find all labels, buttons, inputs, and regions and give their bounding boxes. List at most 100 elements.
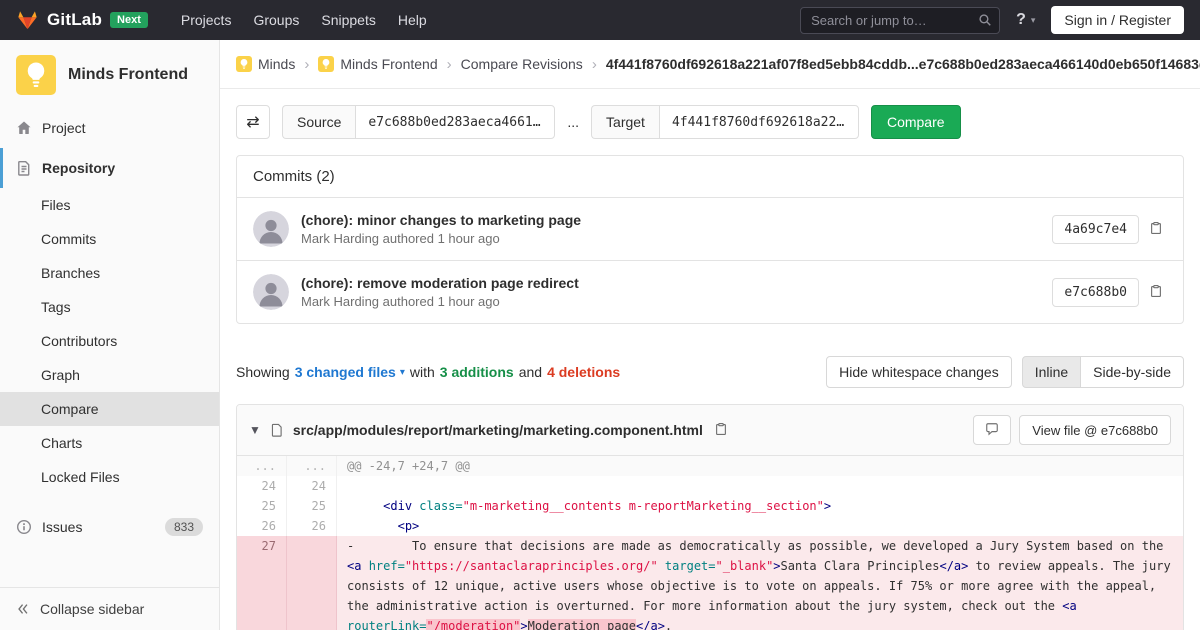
view-file-button[interactable]: View file @ e7c688b0: [1019, 415, 1171, 445]
old-line-number[interactable]: 27: [237, 536, 287, 630]
project-header[interactable]: Minds Frontend: [0, 40, 219, 108]
diff-line-content: @@ -24,7 +24,7 @@: [337, 456, 1183, 476]
toggle-comments-button[interactable]: [973, 415, 1011, 445]
source-ref-input[interactable]: [355, 105, 555, 139]
source-label: Source: [282, 105, 355, 139]
diff-line-content: <p>: [337, 516, 1183, 536]
sidebar-item-files[interactable]: Files: [0, 188, 219, 222]
collapse-sidebar-label: Collapse sidebar: [40, 601, 144, 617]
sidebar-item-graph[interactable]: Graph: [0, 358, 219, 392]
deletions-count: 4 deletions: [547, 364, 620, 380]
sidebar-item-issues[interactable]: Issues833: [0, 506, 219, 548]
minds-avatar-icon: [318, 56, 334, 72]
commits-panel: Commits (2) (chore): minor changes to ma…: [236, 155, 1184, 324]
clipboard-icon: [1149, 221, 1163, 238]
diff-line-context: 2626 <p>: [237, 516, 1183, 536]
new-line-number[interactable]: [287, 536, 337, 630]
diff-line-content: [337, 476, 1183, 496]
gitlab-logo[interactable]: GitLab Next: [16, 9, 148, 31]
gitlab-tanuki-icon: [16, 9, 39, 31]
copy-sha-button[interactable]: [1145, 217, 1167, 242]
diff-line-match: ......@@ -24,7 +24,7 @@: [237, 456, 1183, 476]
help-menu[interactable]: ? ▾: [1016, 11, 1035, 29]
sidebar-item-compare[interactable]: Compare: [0, 392, 219, 426]
page-body: ⇄ Source ... Target Compare Commits (2) …: [220, 89, 1200, 630]
minds-avatar-icon: [236, 56, 252, 72]
sidebar-item-branches[interactable]: Branches: [0, 256, 219, 290]
breadcrumb-item[interactable]: Minds: [236, 56, 295, 72]
commit-sha-link[interactable]: 4a69c7e4: [1052, 215, 1139, 244]
search-input[interactable]: [800, 7, 1000, 34]
old-line-number[interactable]: 26: [237, 516, 287, 536]
swap-revisions-button[interactable]: ⇄: [236, 105, 270, 139]
diff-mode-toggle: Inline Side-by-side: [1022, 356, 1184, 388]
nav-link-snippets[interactable]: Snippets: [310, 6, 386, 34]
nav-link-projects[interactable]: Projects: [170, 6, 243, 34]
additions-count: 3 additions: [440, 364, 514, 380]
old-line-number[interactable]: ...: [237, 456, 287, 476]
nav-link-help[interactable]: Help: [387, 6, 438, 34]
commit-title-link[interactable]: (chore): minor changes to marketing page: [301, 212, 581, 228]
author-avatar: [253, 274, 289, 310]
double-chevron-left-icon: [16, 602, 30, 616]
old-line-number[interactable]: 25: [237, 496, 287, 516]
commit-meta: Mark Harding authored 1 hour ago: [301, 231, 581, 246]
commit-sha-link[interactable]: e7c688b0: [1052, 278, 1139, 307]
sidebar-item-contributors[interactable]: Contributors: [0, 324, 219, 358]
clipboard-icon: [714, 422, 728, 439]
commit-list: (chore): minor changes to marketing page…: [237, 198, 1183, 323]
breadcrumb-item[interactable]: Minds Frontend: [318, 56, 437, 72]
breadcrumb-item[interactable]: Compare Revisions: [461, 56, 583, 72]
diff-file-path: src/app/modules/report/marketing/marketi…: [293, 422, 703, 438]
diff-line-del: 27 - To ensure that decisions are made as…: [237, 536, 1183, 630]
new-line-number[interactable]: 24: [287, 476, 337, 496]
copy-file-path-button[interactable]: [712, 420, 730, 441]
target-label: Target: [591, 105, 659, 139]
search-icon[interactable]: [978, 13, 992, 27]
project-avatar: [16, 55, 56, 95]
next-badge: Next: [110, 12, 148, 28]
issues-icon: [16, 519, 32, 535]
sidebar-item-repository[interactable]: Repository: [0, 148, 219, 188]
commit-row: (chore): minor changes to marketing page…: [237, 198, 1183, 260]
commit-title-link[interactable]: (chore): remove moderation page redirect: [301, 275, 579, 291]
diff-file-header: ▼ src/app/modules/report/marketing/marke…: [237, 405, 1183, 456]
commit-meta: Mark Harding authored 1 hour ago: [301, 294, 579, 309]
changed-files-dropdown[interactable]: 3 changed files ▾: [295, 364, 405, 380]
collapse-file-caret-icon[interactable]: ▼: [249, 423, 261, 437]
hide-whitespace-button[interactable]: Hide whitespace changes: [826, 356, 1012, 388]
side-by-side-view-button[interactable]: Side-by-side: [1080, 356, 1184, 388]
sidebar-item-project[interactable]: Project: [0, 108, 219, 148]
collapse-sidebar-button[interactable]: Collapse sidebar: [0, 587, 219, 630]
commit-row: (chore): remove moderation page redirect…: [237, 260, 1183, 323]
inline-view-button[interactable]: Inline: [1022, 356, 1081, 388]
new-line-number[interactable]: 25: [287, 496, 337, 516]
sidebar-item-tags[interactable]: Tags: [0, 290, 219, 324]
old-line-number[interactable]: 24: [237, 476, 287, 496]
commits-panel-title: Commits (2): [237, 156, 1183, 198]
comment-icon: [985, 422, 999, 439]
sidebar-item-charts[interactable]: Charts: [0, 426, 219, 460]
copy-sha-button[interactable]: [1145, 280, 1167, 305]
target-ref-input[interactable]: [659, 105, 859, 139]
breadcrumb: Minds›Minds Frontend›Compare Revisions›4…: [220, 40, 1200, 89]
sidebar-item-commits[interactable]: Commits: [0, 222, 219, 256]
diff-file-panel: ▼ src/app/modules/report/marketing/marke…: [236, 404, 1184, 630]
breadcrumb-separator: ›: [304, 56, 309, 73]
new-line-number[interactable]: ...: [287, 456, 337, 476]
new-line-number[interactable]: 26: [287, 516, 337, 536]
compare-revisions-form: ⇄ Source ... Target Compare: [236, 105, 1184, 139]
compare-button[interactable]: Compare: [871, 105, 961, 139]
issues-count-badge: 833: [165, 518, 203, 536]
target-input-group: Target: [591, 105, 859, 139]
sign-in-button[interactable]: Sign in / Register: [1051, 6, 1184, 34]
nav-link-groups[interactable]: Groups: [242, 6, 310, 34]
logo-text: GitLab: [47, 10, 102, 30]
sidebar-item-locked-files[interactable]: Locked Files: [0, 460, 219, 494]
breadcrumb-separator: ›: [447, 56, 452, 73]
diff-summary: Showing 3 changed files ▾ with 3 additio…: [236, 356, 1184, 388]
diff-line-content: - To ensure that decisions are made as d…: [337, 536, 1183, 630]
swap-arrows-icon: ⇄: [246, 112, 259, 132]
breadcrumb-items: Minds›Minds Frontend›Compare Revisions›4…: [236, 56, 1200, 73]
project-icon: [16, 120, 32, 136]
